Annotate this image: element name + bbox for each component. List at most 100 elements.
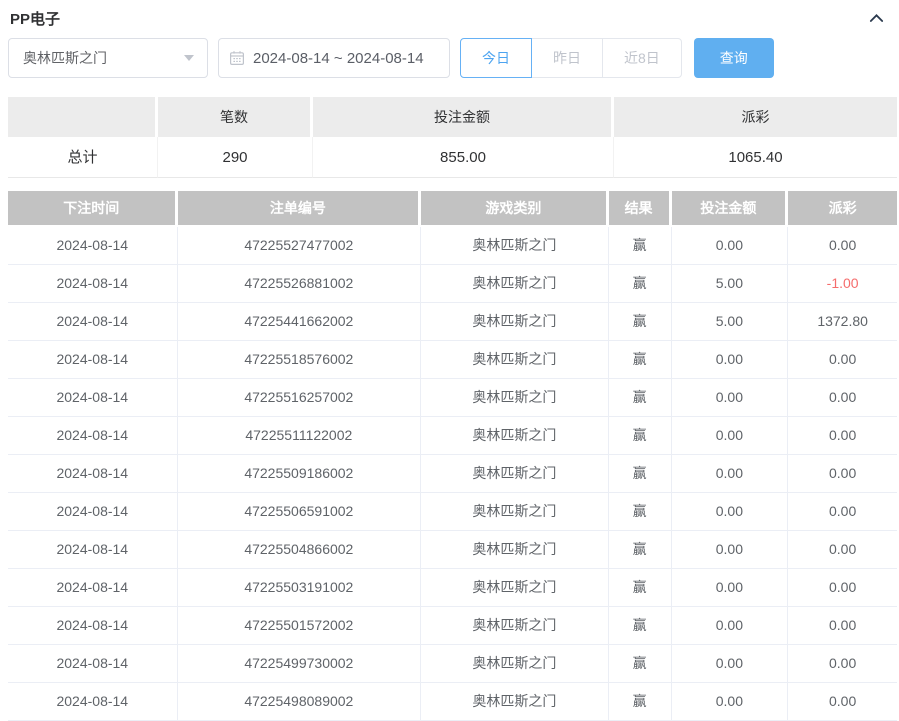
yesterday-button[interactable]: 昨日 — [531, 38, 603, 78]
panel-header: PP电子 — [0, 0, 899, 27]
collapse-panel-button[interactable] — [868, 10, 885, 27]
cell-payout: 0.00 — [788, 227, 897, 264]
cell-bet-time: 2024-08-14 — [8, 379, 178, 416]
cell-payout: 0.00 — [788, 493, 897, 530]
summary-total-row: 总计 290 855.00 1065.40 — [8, 137, 897, 178]
cell-bet-time: 2024-08-14 — [8, 645, 178, 682]
cell-bet-id: 47225441662002 — [178, 303, 421, 340]
bets-table-header: 下注时间 注单编号 游戏类别 结果 投注金额 派彩 — [8, 191, 897, 225]
cell-game-type: 奥林匹斯之门 — [421, 379, 609, 416]
cell-payout: 0.00 — [788, 607, 897, 644]
cell-game-type: 奥林匹斯之门 — [421, 341, 609, 378]
cell-bet-amount: 0.00 — [672, 227, 789, 264]
bets-table-body: 2024-08-1447225527477002奥林匹斯之门赢0.000.002… — [8, 227, 897, 721]
cell-payout: 0.00 — [788, 569, 897, 606]
cell-bet-id: 47225511122002 — [178, 417, 421, 454]
cell-bet-time: 2024-08-14 — [8, 417, 178, 454]
date-range-picker[interactable]: 2024-08-14 ~ 2024-08-14 — [218, 38, 450, 78]
cell-payout: 0.00 — [788, 341, 897, 378]
cell-bet-time: 2024-08-14 — [8, 493, 178, 530]
cell-game-type: 奥林匹斯之门 — [421, 531, 609, 568]
cell-result: 赢 — [609, 379, 672, 416]
cell-payout: -1.00 — [788, 265, 897, 302]
chevron-up-icon — [868, 15, 885, 30]
summary-header-count: 笔数 — [158, 97, 313, 137]
cell-result: 赢 — [609, 493, 672, 530]
summary-total-label: 总计 — [8, 137, 158, 178]
summary-header-bet-amount: 投注金额 — [313, 97, 614, 137]
summary-header-empty — [8, 97, 158, 137]
cell-result: 赢 — [609, 569, 672, 606]
cell-payout: 1372.80 — [788, 303, 897, 340]
filter-bar: 奥林匹斯之门 2024-08-14 ~ 2024-08-14 今日 昨日 近8日… — [8, 38, 899, 78]
cell-result: 赢 — [609, 303, 672, 340]
cell-bet-amount: 0.00 — [672, 607, 789, 644]
table-row: 2024-08-1447225527477002奥林匹斯之门赢0.000.00 — [8, 227, 897, 265]
cell-bet-time: 2024-08-14 — [8, 531, 178, 568]
cell-bet-id: 47225526881002 — [178, 265, 421, 302]
cell-game-type: 奥林匹斯之门 — [421, 493, 609, 530]
cell-game-type: 奥林匹斯之门 — [421, 645, 609, 682]
cell-payout: 0.00 — [788, 417, 897, 454]
cell-payout: 0.00 — [788, 379, 897, 416]
cell-result: 赢 — [609, 683, 672, 720]
cell-result: 赢 — [609, 227, 672, 264]
summary-header-payout: 派彩 — [614, 97, 897, 137]
column-header-game-type: 游戏类别 — [421, 191, 609, 225]
table-row: 2024-08-1447225509186002奥林匹斯之门赢0.000.00 — [8, 455, 897, 493]
cell-bet-amount: 0.00 — [672, 493, 789, 530]
column-header-bet-time: 下注时间 — [8, 191, 178, 225]
cell-game-type: 奥林匹斯之门 — [421, 227, 609, 264]
table-row: 2024-08-1447225441662002奥林匹斯之门赢5.001372.… — [8, 303, 897, 341]
cell-bet-time: 2024-08-14 — [8, 569, 178, 606]
cell-bet-time: 2024-08-14 — [8, 227, 178, 264]
summary-total-bet-amount: 855.00 — [313, 137, 614, 178]
game-select-value: 奥林匹斯之门 — [23, 48, 107, 68]
cell-bet-id: 47225499730002 — [178, 645, 421, 682]
cell-bet-id: 47225516257002 — [178, 379, 421, 416]
table-row: 2024-08-1447225526881002奥林匹斯之门赢5.00-1.00 — [8, 265, 897, 303]
cell-bet-amount: 5.00 — [672, 303, 789, 340]
cell-bet-id: 47225527477002 — [178, 227, 421, 264]
cell-payout: 0.00 — [788, 531, 897, 568]
column-header-result: 结果 — [609, 191, 672, 225]
today-button[interactable]: 今日 — [460, 38, 532, 78]
cell-result: 赢 — [609, 265, 672, 302]
cell-bet-amount: 0.00 — [672, 645, 789, 682]
table-row: 2024-08-1447225511122002奥林匹斯之门赢0.000.00 — [8, 417, 897, 455]
page-title: PP电子 — [10, 8, 60, 29]
column-header-payout: 派彩 — [788, 191, 897, 225]
cell-game-type: 奥林匹斯之门 — [421, 455, 609, 492]
cell-bet-time: 2024-08-14 — [8, 455, 178, 492]
query-button[interactable]: 查询 — [694, 38, 774, 78]
cell-game-type: 奥林匹斯之门 — [421, 607, 609, 644]
table-row: 2024-08-1447225503191002奥林匹斯之门赢0.000.00 — [8, 569, 897, 607]
date-range-value: 2024-08-14 ~ 2024-08-14 — [253, 50, 424, 67]
cell-game-type: 奥林匹斯之门 — [421, 265, 609, 302]
summary-table: 笔数 投注金额 派彩 总计 290 855.00 1065.40 — [8, 97, 897, 178]
cell-bet-id: 47225498089002 — [178, 683, 421, 720]
cell-game-type: 奥林匹斯之门 — [421, 569, 609, 606]
game-select[interactable]: 奥林匹斯之门 — [8, 38, 208, 78]
table-row: 2024-08-1447225498089002奥林匹斯之门赢0.000.00 — [8, 683, 897, 721]
column-header-bet-amount: 投注金额 — [672, 191, 789, 225]
cell-result: 赢 — [609, 645, 672, 682]
cell-bet-time: 2024-08-14 — [8, 265, 178, 302]
cell-bet-id: 47225509186002 — [178, 455, 421, 492]
cell-payout: 0.00 — [788, 645, 897, 682]
table-row: 2024-08-1447225501572002奥林匹斯之门赢0.000.00 — [8, 607, 897, 645]
cell-bet-amount: 0.00 — [672, 455, 789, 492]
cell-bet-time: 2024-08-14 — [8, 607, 178, 644]
cell-result: 赢 — [609, 455, 672, 492]
summary-header-row: 笔数 投注金额 派彩 — [8, 97, 897, 137]
cell-bet-amount: 0.00 — [672, 683, 789, 720]
cell-bet-id: 47225503191002 — [178, 569, 421, 606]
column-header-bet-id: 注单编号 — [178, 191, 421, 225]
table-row: 2024-08-1447225516257002奥林匹斯之门赢0.000.00 — [8, 379, 897, 417]
last-8-days-button[interactable]: 近8日 — [602, 38, 682, 78]
cell-bet-time: 2024-08-14 — [8, 341, 178, 378]
cell-bet-amount: 0.00 — [672, 379, 789, 416]
cell-bet-amount: 0.00 — [672, 531, 789, 568]
cell-bet-id: 47225518576002 — [178, 341, 421, 378]
cell-game-type: 奥林匹斯之门 — [421, 683, 609, 720]
